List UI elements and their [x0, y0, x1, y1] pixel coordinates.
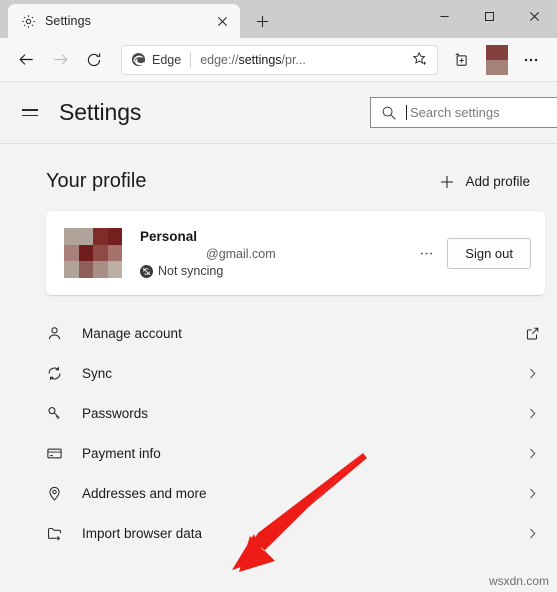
chevron-right-icon — [521, 527, 545, 540]
title-bar: Settings — [0, 0, 557, 38]
settings-content: Your profile Add profile Personal @gmail… — [0, 144, 557, 591]
profile-details: Personal @gmail.com Not syncing — [140, 228, 411, 278]
chevron-right-icon — [521, 447, 545, 460]
search-placeholder: Search settings — [410, 105, 500, 120]
chevron-right-icon — [521, 487, 545, 500]
chevron-right-icon — [521, 407, 545, 420]
gear-icon — [20, 13, 36, 29]
list-item-label: Addresses and more — [82, 485, 207, 501]
maximize-icon[interactable] — [467, 0, 512, 32]
sync-status-label: Not syncing — [158, 264, 224, 278]
browser-toolbar: Edge edge://settings/pr... — [0, 38, 557, 82]
edge-brand-label: Edge — [152, 52, 182, 67]
list-item-payment-info[interactable]: Payment info — [46, 433, 545, 473]
window-controls — [422, 0, 557, 32]
search-icon — [381, 105, 397, 121]
search-input[interactable]: Search settings — [370, 97, 557, 128]
edge-brand: Edge — [131, 52, 181, 67]
sync-disabled-icon — [140, 264, 153, 278]
credit-card-icon — [46, 445, 72, 462]
more-ellipsis-icon[interactable] — [514, 43, 548, 77]
profile-name: Personal — [140, 229, 198, 244]
refresh-icon[interactable] — [77, 43, 111, 77]
back-arrow-icon[interactable] — [9, 43, 43, 77]
close-icon[interactable] — [512, 0, 557, 32]
hamburger-icon[interactable] — [14, 97, 46, 129]
new-tab-button[interactable] — [248, 7, 276, 35]
list-item-label: Payment info — [82, 445, 161, 461]
avatar-pixel-bottom — [486, 59, 508, 75]
collections-icon[interactable] — [444, 43, 478, 77]
person-icon — [46, 325, 72, 342]
settings-list: Manage account Sync Passwords Payment in… — [0, 313, 557, 553]
import-folder-icon — [46, 525, 72, 542]
list-item-label: Manage account — [82, 325, 182, 341]
sign-out-button[interactable]: Sign out — [447, 237, 531, 269]
tab-close-icon[interactable] — [212, 11, 232, 31]
avatar-pixel-top — [486, 44, 508, 60]
list-item-addresses-and-more[interactable]: Addresses and more — [46, 473, 545, 513]
browser-tab[interactable]: Settings — [8, 4, 240, 38]
list-item-label: Import browser data — [82, 525, 203, 541]
plus-icon — [439, 174, 455, 190]
address-bar[interactable]: Edge edge://settings/pr... — [121, 44, 438, 75]
add-profile-button[interactable]: Add profile — [439, 174, 537, 190]
section-title: Your profile — [46, 170, 147, 192]
omnibox-divider — [190, 51, 192, 68]
page-title: Settings — [59, 99, 142, 125]
list-item-sync[interactable]: Sync — [46, 353, 545, 393]
settings-header: Settings Search settings — [0, 82, 557, 144]
text-caret — [406, 105, 407, 120]
key-icon — [46, 405, 72, 422]
watermark: wsxdn.com — [488, 574, 549, 588]
list-item-passwords[interactable]: Passwords — [46, 393, 545, 433]
external-link-icon — [521, 326, 545, 341]
profile-card: Personal @gmail.com Not syncing Sign out — [46, 211, 545, 295]
sync-icon — [46, 365, 72, 382]
location-pin-icon — [46, 485, 72, 502]
list-item-import-browser-data[interactable]: Import browser data — [46, 513, 545, 553]
url-text: edge://settings/pr... — [200, 52, 306, 67]
chevron-right-icon — [521, 367, 545, 380]
minimize-icon[interactable] — [422, 0, 467, 32]
tab-title: Settings — [45, 14, 91, 28]
list-item-manage-account[interactable]: Manage account — [46, 313, 545, 353]
list-item-label: Passwords — [82, 405, 149, 421]
pixelated-avatar — [64, 228, 122, 278]
sync-status-row: Not syncing — [140, 264, 411, 278]
add-profile-label: Add profile — [465, 174, 530, 189]
forward-arrow-icon — [43, 43, 77, 77]
profile-more-icon[interactable] — [411, 238, 441, 268]
profile-email: @gmail.com — [206, 247, 276, 261]
profile-section-header: Your profile Add profile — [0, 170, 557, 193]
list-item-label: Sync — [82, 365, 113, 381]
profile-avatar-button[interactable] — [486, 44, 508, 75]
edge-logo-icon — [131, 52, 146, 67]
star-add-icon[interactable] — [407, 47, 433, 73]
